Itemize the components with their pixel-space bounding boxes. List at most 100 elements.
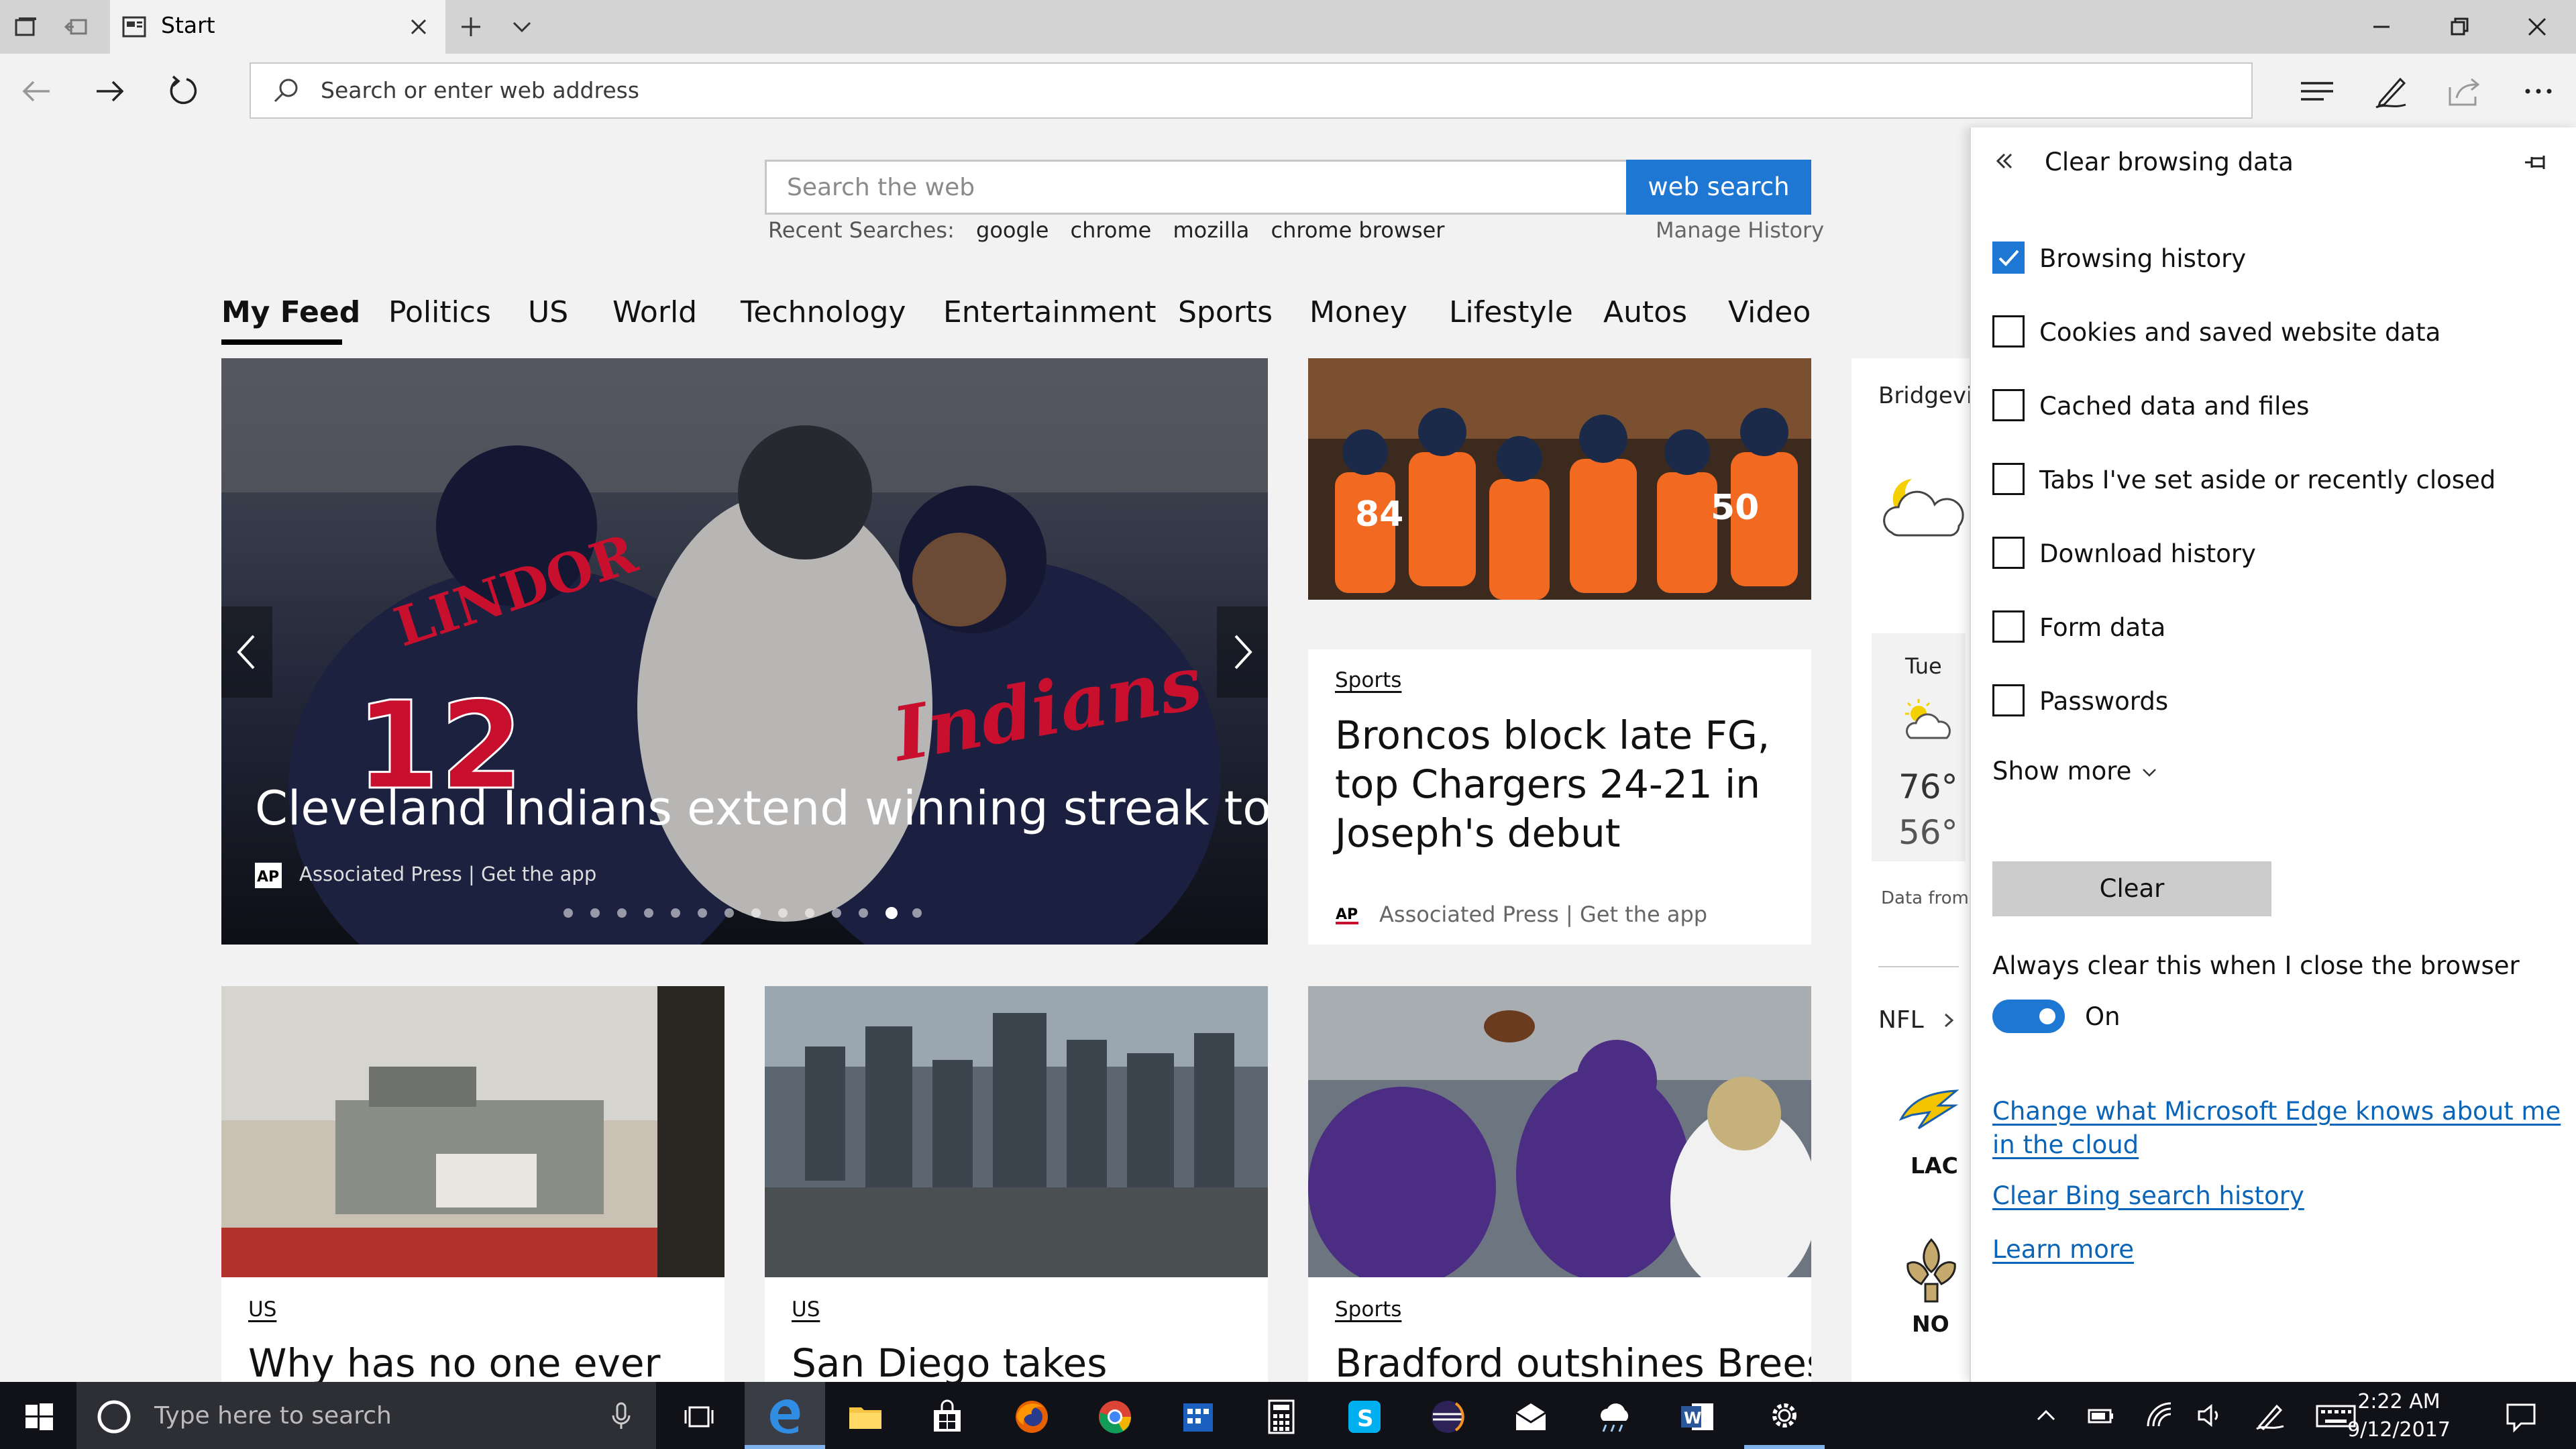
- story-category[interactable]: US: [792, 1297, 820, 1322]
- more-options-icon[interactable]: [2518, 71, 2559, 111]
- back-icon[interactable]: [16, 71, 56, 111]
- story-category[interactable]: Sports: [1335, 1297, 1401, 1322]
- forward-icon[interactable]: [90, 71, 130, 111]
- story-card[interactable]: Sports Bradford outshines Brees: [1308, 986, 1811, 1382]
- word-icon[interactable]: W: [1678, 1398, 1716, 1436]
- volume-icon[interactable]: [2195, 1399, 2227, 1432]
- hero-page-dot[interactable]: [751, 908, 761, 918]
- hero-story[interactable]: LINDOR 12 Indians Cleveland Indians exte…: [221, 358, 1268, 945]
- pen-workspace-icon[interactable]: [2254, 1399, 2286, 1432]
- hero-page-dot[interactable]: [885, 907, 898, 919]
- hero-page-dot[interactable]: [617, 908, 627, 918]
- hero-page-dot[interactable]: [644, 908, 653, 918]
- story-headline[interactable]: San Diego takes: [792, 1339, 1254, 1382]
- hero-page-dot[interactable]: [671, 908, 680, 918]
- hero-page-dot[interactable]: [859, 908, 868, 918]
- recent-search-item[interactable]: google: [976, 217, 1049, 243]
- hero-page-dot[interactable]: [805, 908, 814, 918]
- hero-next-button[interactable]: [1217, 606, 1268, 698]
- tab-list-icon[interactable]: [12, 13, 39, 40]
- wifi-icon[interactable]: [2144, 1399, 2176, 1432]
- battery-icon[interactable]: [2085, 1399, 2117, 1432]
- restore-icon[interactable]: [2446, 13, 2473, 40]
- category-my-feed[interactable]: My Feed: [221, 295, 360, 329]
- hub-icon[interactable]: [2297, 71, 2337, 111]
- checkbox[interactable]: [1992, 389, 2025, 421]
- checkbox-checked[interactable]: [1992, 241, 2025, 274]
- weather-city[interactable]: Bridgevi: [1878, 382, 1972, 409]
- task-view-icon[interactable]: [680, 1398, 718, 1436]
- story-card[interactable]: US San Diego takes: [765, 986, 1268, 1382]
- calculator-icon[interactable]: [1263, 1398, 1300, 1436]
- hero-page-dot[interactable]: [724, 908, 734, 918]
- recent-search-item[interactable]: chrome: [1071, 217, 1152, 243]
- category-money[interactable]: Money: [1309, 295, 1407, 329]
- category-world[interactable]: World: [612, 295, 697, 329]
- nfl-link[interactable]: NFL: [1878, 1006, 1924, 1034]
- bing-search-input[interactable]: Search the web: [765, 160, 1626, 215]
- address-bar[interactable]: Search or enter web address: [250, 62, 2253, 119]
- checkbox[interactable]: [1992, 610, 2025, 643]
- tab-preview-chevron-icon[interactable]: [508, 13, 535, 40]
- windows-start-icon[interactable]: [20, 1398, 58, 1436]
- category-politics[interactable]: Politics: [388, 295, 491, 329]
- minimize-icon[interactable]: [2368, 13, 2395, 40]
- eclipse-icon[interactable]: [1429, 1398, 1466, 1436]
- hero-prev-button[interactable]: [221, 606, 272, 698]
- story-category[interactable]: Sports: [1335, 668, 1401, 692]
- calendar-app-icon[interactable]: [1179, 1398, 1217, 1436]
- hero-headline[interactable]: Cleveland Indians extend winning streak …: [255, 781, 1268, 836]
- change-edge-knows-link[interactable]: Change what Microsoft Edge knows about m…: [1992, 1095, 2569, 1162]
- back-double-chevron-icon[interactable]: [1991, 148, 2018, 174]
- microphone-icon[interactable]: [605, 1399, 637, 1432]
- pin-icon[interactable]: [2521, 148, 2551, 177]
- hero-page-dot[interactable]: [698, 908, 707, 918]
- hero-page-dot[interactable]: [590, 908, 600, 918]
- share-icon[interactable]: [2445, 71, 2485, 111]
- taskbar-search-box[interactable]: Type here to search: [76, 1382, 656, 1449]
- store-icon[interactable]: [928, 1398, 966, 1436]
- tab-start[interactable]: [110, 0, 445, 54]
- checkbox[interactable]: [1992, 684, 2025, 716]
- recent-search-item[interactable]: chrome browser: [1271, 217, 1444, 243]
- category-autos[interactable]: Autos: [1603, 295, 1687, 329]
- hero-page-dot[interactable]: [778, 908, 788, 918]
- story-card[interactable]: 84 50 Sports Broncos block late FG, top …: [1308, 358, 1811, 945]
- taskbar-settings[interactable]: [1744, 1382, 1825, 1449]
- story-headline[interactable]: Why has no one ever: [248, 1339, 711, 1382]
- hero-source[interactable]: Associated Press | Get the app: [299, 863, 596, 885]
- web-note-icon[interactable]: [2371, 71, 2411, 111]
- new-tab-icon[interactable]: [458, 13, 484, 40]
- story-category[interactable]: US: [248, 1297, 276, 1322]
- refresh-icon[interactable]: [164, 71, 204, 111]
- always-clear-toggle[interactable]: [1992, 1000, 2065, 1033]
- category-entertainment[interactable]: Entertainment: [943, 295, 1157, 329]
- category-sports[interactable]: Sports: [1178, 295, 1273, 329]
- hero-page-dot[interactable]: [564, 908, 573, 918]
- learn-more-link[interactable]: Learn more: [1992, 1233, 2569, 1267]
- weather-app-icon[interactable]: [1595, 1398, 1633, 1436]
- recent-search-item[interactable]: mozilla: [1173, 217, 1249, 243]
- clock-time[interactable]: 2:22 AM: [2345, 1390, 2453, 1413]
- mail-icon[interactable]: [1512, 1398, 1550, 1436]
- category-video[interactable]: Video: [1728, 295, 1811, 329]
- manage-history-link[interactable]: Manage History: [1656, 217, 1824, 243]
- category-us[interactable]: US: [528, 295, 568, 329]
- web-search-button[interactable]: web search: [1626, 160, 1811, 215]
- category-lifestyle[interactable]: Lifestyle: [1449, 295, 1573, 329]
- skype-icon[interactable]: S: [1346, 1398, 1383, 1436]
- firefox-icon[interactable]: [1013, 1398, 1051, 1436]
- taskbar-edge[interactable]: [745, 1382, 825, 1449]
- clock-date[interactable]: 9/12/2017: [2345, 1418, 2453, 1442]
- chevron-up-icon[interactable]: [2033, 1402, 2059, 1429]
- story-headline[interactable]: Broncos block late FG, top Chargers 24-2…: [1335, 711, 1791, 858]
- action-center-icon[interactable]: [2502, 1398, 2540, 1436]
- story-source[interactable]: Associated Press | Get the app: [1379, 902, 1707, 927]
- file-explorer-icon[interactable]: [847, 1398, 884, 1436]
- checkbox[interactable]: [1992, 315, 2025, 347]
- hero-page-dot[interactable]: [832, 908, 841, 918]
- close-window-icon[interactable]: [2524, 13, 2551, 40]
- show-more-button[interactable]: Show more: [1992, 757, 2159, 786]
- hero-page-dot[interactable]: [912, 908, 922, 918]
- clear-button[interactable]: Clear: [1992, 861, 2271, 916]
